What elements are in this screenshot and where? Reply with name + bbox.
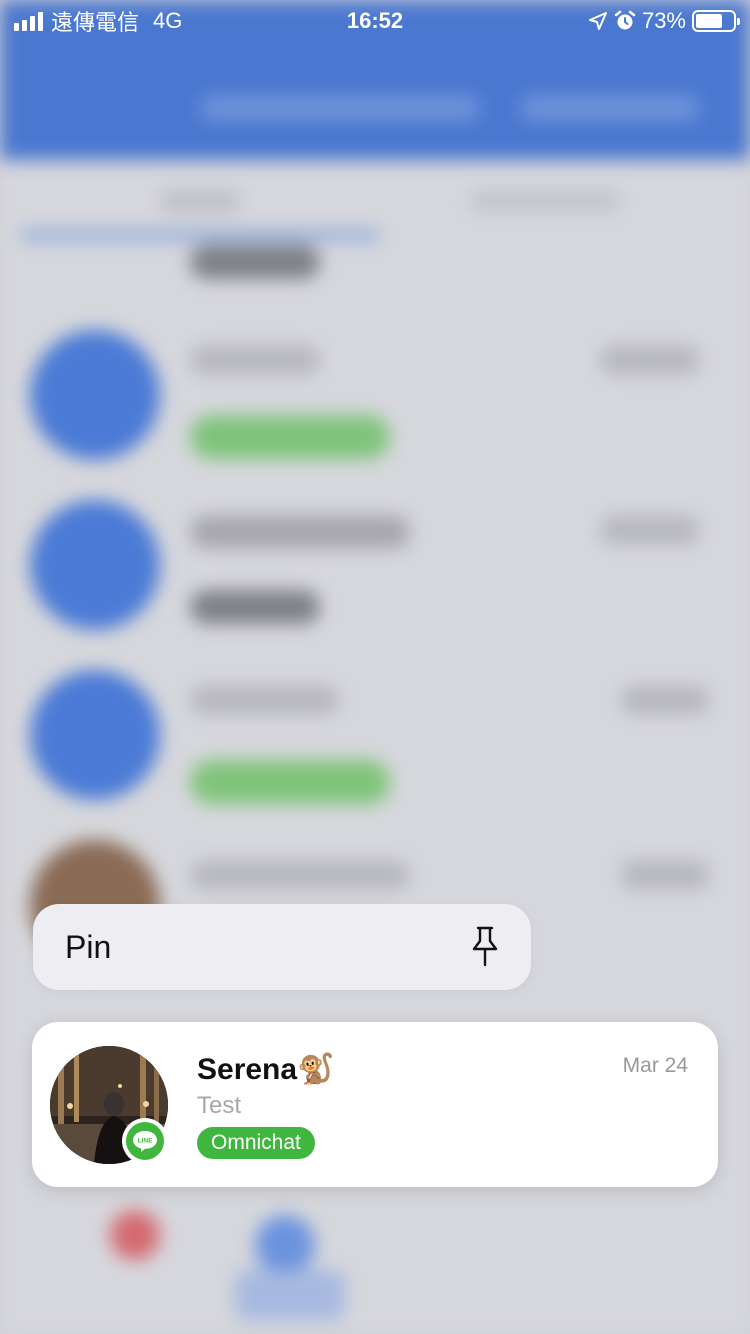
line-channel-badge: LINE [122, 1118, 168, 1164]
battery-fill [696, 14, 723, 28]
pin-label: Pin [65, 928, 112, 965]
chat-date: Mar 24 [622, 1054, 688, 1077]
status-right: 73% [588, 8, 740, 34]
battery-percentage: 73% [641, 8, 686, 33]
last-message: Test [197, 1092, 242, 1119]
channel-tag: Omnichat [197, 1127, 315, 1159]
pin-menu-item[interactable]: Pin [33, 904, 531, 990]
battery-icon [692, 10, 740, 32]
line-logo-icon: LINE [133, 1131, 157, 1152]
location-arrow-icon [588, 12, 607, 30]
svg-text:LINE: LINE [138, 1138, 153, 1145]
status-bar: 遠傳電信 4G 16:52 73% [0, 0, 750, 40]
contact-name: Serena🐒 [197, 1053, 335, 1086]
pushpin-icon [472, 926, 498, 967]
alarm-clock-icon [614, 10, 636, 30]
chat-preview-card[interactable]: LINE Serena🐒 Mar 24 Test Omnichat [32, 1022, 718, 1187]
